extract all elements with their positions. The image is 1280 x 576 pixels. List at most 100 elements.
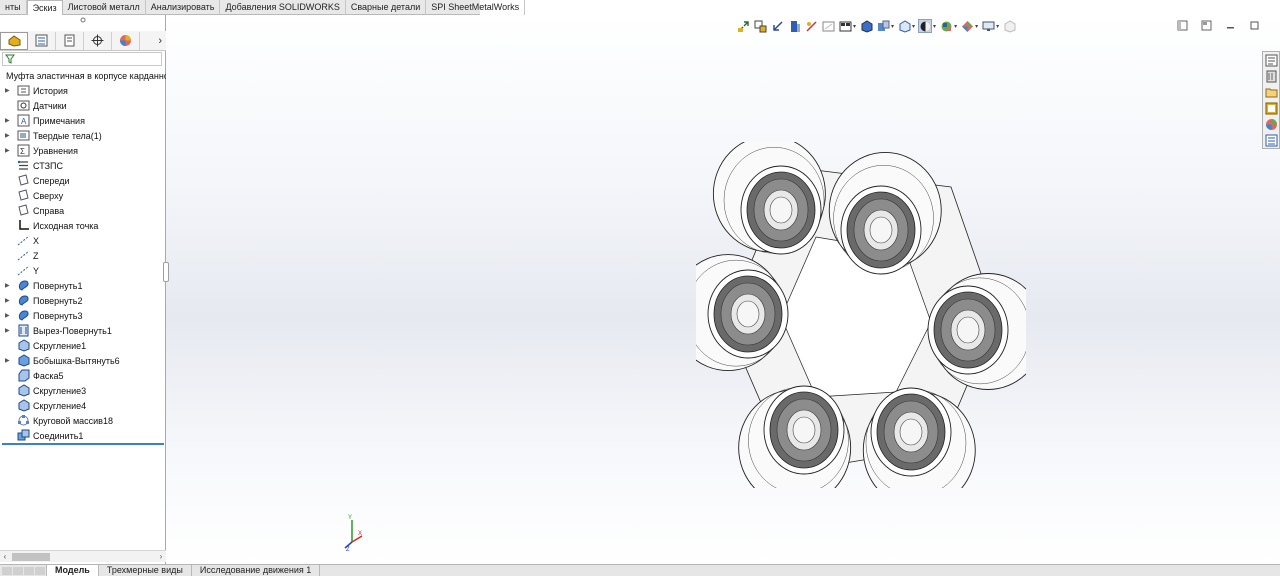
tree-item[interactable]: Соединить1: [0, 428, 166, 443]
tree-filter-bar[interactable]: [2, 52, 162, 66]
scroll-thumb[interactable]: [12, 552, 50, 561]
coupling-3d-model[interactable]: [696, 142, 1026, 488]
tree-item[interactable]: Справа: [0, 203, 166, 218]
tree-item[interactable]: ▶ Твердые тела(1): [0, 128, 166, 143]
tile-icon[interactable]: [1200, 19, 1212, 31]
tree-item[interactable]: Скругление3: [0, 383, 166, 398]
rollback-bar[interactable]: [2, 443, 164, 445]
expand-arrow-icon[interactable]: ▶: [0, 147, 10, 154]
tab-spi-sheetmetalworks[interactable]: SPI SheetMetalWorks: [426, 0, 526, 15]
dimxpert-manager-icon[interactable]: [84, 31, 112, 50]
monitor-icon[interactable]: [981, 19, 995, 33]
chevron-down-icon[interactable]: ▾: [975, 23, 978, 30]
panel-collapse-handle[interactable]: [163, 262, 169, 282]
tree-item[interactable]: ▶ Повернуть1: [0, 278, 166, 293]
tab-3d-views[interactable]: Трехмерные виды: [99, 564, 192, 576]
history-folder-icon: [16, 84, 30, 97]
custom-properties-icon[interactable]: [1264, 133, 1278, 147]
tree-item[interactable]: Скругление4: [0, 398, 166, 413]
restore-icon[interactable]: [1176, 19, 1188, 31]
tree-item[interactable]: Исходная точка: [0, 218, 166, 233]
file-explorer-icon[interactable]: [1264, 85, 1278, 99]
edit-appearance-icon[interactable]: [897, 19, 911, 33]
chevron-down-icon[interactable]: ▾: [933, 23, 936, 30]
expand-arrow-icon[interactable]: ▶: [0, 312, 10, 319]
tree-item[interactable]: ▶ A Примечания: [0, 113, 166, 128]
tab-model[interactable]: Модель: [46, 564, 99, 576]
tree-item[interactable]: Z: [0, 248, 166, 263]
tab-scroll-arrows[interactable]: [0, 566, 46, 575]
expand-arrow-icon[interactable]: ▶: [0, 282, 10, 289]
tab-evaluate[interactable]: Анализировать: [146, 0, 221, 15]
tree-item[interactable]: ▶ Σ Уравнения: [0, 143, 166, 158]
horizontal-scrollbar[interactable]: ‹ ›: [0, 550, 166, 562]
tree-root-label: Муфта эластичная в корпусе карданного ва…: [6, 70, 166, 81]
design-library-icon[interactable]: [1264, 69, 1278, 83]
expand-arrow-icon[interactable]: ▶: [0, 87, 10, 94]
tree-item[interactable]: X: [0, 233, 166, 248]
tab-solidworks-addins[interactable]: Добавления SOLIDWORKS: [220, 0, 346, 15]
zoom-to-fit-icon[interactable]: [736, 19, 750, 33]
hide-show-items-icon[interactable]: [876, 19, 890, 33]
expand-arrow-icon[interactable]: ▶: [0, 117, 10, 124]
graphics-area[interactable]: ▾ ▾ ▾ ▾ ▾ ▾ ▾ Y X Z: [166, 15, 1280, 564]
tree-item[interactable]: Круговой массив18: [0, 413, 166, 428]
chevron-down-icon[interactable]: ▾: [954, 23, 957, 30]
expand-arrow-icon[interactable]: ▶: [0, 357, 10, 364]
tab-sketch[interactable]: Эскиз: [26, 0, 63, 15]
tab-weldments[interactable]: Сварные детали: [346, 0, 427, 15]
tree-root-part[interactable]: Муфта эластичная в корпусе карданного ва…: [0, 68, 166, 83]
view-settings-icon[interactable]: [939, 19, 953, 33]
realview-icon[interactable]: [1002, 19, 1016, 33]
tree-item[interactable]: Датчики: [0, 98, 166, 113]
featuremanager-tree-icon[interactable]: [0, 31, 28, 50]
panel-splitter-icon[interactable]: [80, 17, 86, 23]
tree-item[interactable]: ▶ Повернуть2: [0, 293, 166, 308]
tab-sheet-metal[interactable]: Листовой металл: [63, 0, 146, 15]
section-view-icon[interactable]: [787, 19, 801, 33]
view-palette-icon[interactable]: [821, 19, 835, 33]
property-manager-icon[interactable]: [28, 31, 56, 50]
solidworks-resources-icon[interactable]: [1264, 53, 1278, 67]
tree-item[interactable]: Скругление1: [0, 338, 166, 353]
command-manager-tabs: нты Эскиз Листовой металл Анализировать …: [0, 0, 526, 15]
tab-sketch-partial[interactable]: нты: [0, 0, 27, 15]
tree-item[interactable]: ▶ Бобышка-Вытянуть6: [0, 353, 166, 368]
display-manager-icon[interactable]: [112, 31, 140, 50]
minimize-icon[interactable]: [1224, 19, 1236, 31]
chevron-down-icon[interactable]: ▾: [891, 23, 894, 30]
chevron-right-icon[interactable]: ›: [158, 35, 162, 47]
filter-icon[interactable]: [5, 54, 15, 64]
triad-z-label: Z: [346, 547, 350, 552]
appearances-icon[interactable]: [960, 19, 974, 33]
expand-arrow-icon[interactable]: ▶: [0, 132, 10, 139]
chevron-down-icon[interactable]: ▾: [996, 23, 999, 30]
scroll-left-icon[interactable]: ‹: [0, 552, 10, 561]
tree-item[interactable]: ▶ Повернуть3: [0, 308, 166, 323]
dynamic-annotation-icon[interactable]: [804, 19, 818, 33]
view-orientation-icon[interactable]: [838, 19, 852, 33]
tree-item[interactable]: СТЗПС: [0, 158, 166, 173]
configuration-manager-icon[interactable]: [56, 31, 84, 50]
tree-item[interactable]: ▶ Вырез-Повернуть1: [0, 323, 166, 338]
expand-arrow-icon[interactable]: ▶: [0, 327, 10, 334]
chevron-down-icon[interactable]: ▾: [912, 23, 915, 30]
tree-item-label: История: [33, 85, 68, 96]
solidworks-window: нты Эскиз Листовой металл Анализировать …: [0, 0, 1280, 576]
previous-view-icon[interactable]: [770, 19, 784, 33]
tree-item[interactable]: Сверху: [0, 188, 166, 203]
tree-item[interactable]: Y: [0, 263, 166, 278]
appearances-scenes-icon[interactable]: [1264, 117, 1278, 131]
tree-item[interactable]: ▶ История: [0, 83, 166, 98]
display-style-icon[interactable]: [859, 19, 873, 33]
scroll-right-icon[interactable]: ›: [156, 552, 166, 561]
tree-item[interactable]: Фаска5: [0, 368, 166, 383]
tab-motion-study[interactable]: Исследование движения 1: [192, 564, 321, 576]
zoom-to-area-icon[interactable]: [753, 19, 767, 33]
tree-item[interactable]: Спереди: [0, 173, 166, 188]
maximize-icon[interactable]: [1248, 19, 1260, 31]
view-palette-icon[interactable]: [1264, 101, 1278, 115]
apply-scene-icon[interactable]: [918, 19, 933, 33]
chevron-down-icon[interactable]: ▾: [853, 23, 856, 30]
expand-arrow-icon[interactable]: ▶: [0, 297, 10, 304]
